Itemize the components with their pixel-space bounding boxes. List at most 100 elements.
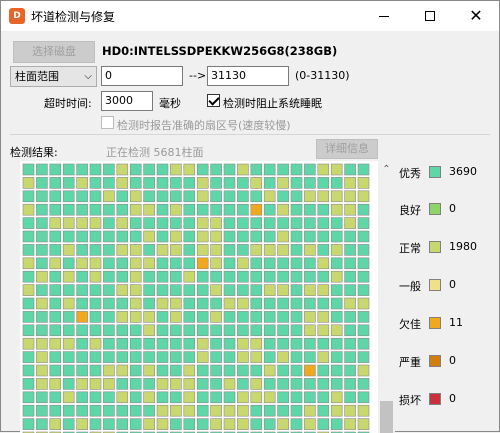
timeout-input[interactable]: 3000 [101,91,153,111]
cylinder-cell [304,404,316,417]
cylinder-cell [317,190,330,203]
prevent-sleep-label[interactable]: 检测时阻止系统睡眠 [223,95,322,111]
cylinder-cell [330,364,343,377]
cylinder-cell [330,324,343,337]
cylinder-cell [116,378,129,390]
cylinder-cell [156,378,169,390]
cylinder-cell [62,297,75,310]
cylinder-cell [76,378,88,390]
cylinder-cell [129,351,142,363]
cylinder-cell [210,230,222,243]
cylinder-cell [49,203,62,216]
legend-name: 严重 [399,356,421,369]
cylinder-cell [76,324,88,337]
cylinder-cell [290,270,303,283]
scroll-thumb[interactable] [380,401,393,433]
cylinder-cell [277,364,289,377]
cylinder-cell [330,297,343,310]
cylinder-cell [76,270,88,283]
cylinder-cell [277,324,289,337]
cylinder-cell [210,311,222,323]
start-cylinder-input[interactable]: 0 [101,66,183,86]
cylinder-cell [196,378,209,390]
cylinder-cell [196,190,209,203]
cylinder-cell [170,364,182,377]
cylinder-cell [277,418,289,430]
cylinder-cell [263,190,276,203]
cylinder-cell [344,203,356,216]
cylinder-cell [330,190,343,203]
cylinder-cell [36,351,48,363]
cylinder-cell [116,311,129,323]
cylinder-cell [103,418,115,430]
cylinder-cell [36,177,48,189]
cylinder-cell [62,337,75,350]
cylinder-cell [223,284,236,296]
cylinder-cell [290,391,303,404]
cylinder-cell [170,391,182,404]
cylinder-cell [250,297,263,310]
cylinder-cell [317,203,330,216]
report-sector-label[interactable]: 检测时报告准确的扇区号(速度较慢) [117,117,291,133]
cylinder-cell [290,190,303,203]
select-disk-button[interactable]: 选择磁盘 [13,41,95,63]
report-sector-checkbox[interactable] [101,116,114,129]
cylinder-cell [129,177,142,189]
cylinder-cell [76,284,88,296]
cylinder-cell [143,177,155,189]
cylinder-cell [170,190,182,203]
cylinder-cell [344,163,356,176]
cylinder-cell [129,244,142,256]
grid-scrollbar[interactable]: ⌃ [378,161,395,433]
cylinder-cell [277,404,289,417]
cylinder-cell [223,203,236,216]
cylinder-cell [344,404,356,417]
cylinder-cell [170,378,182,390]
cylinder-cell [223,217,236,229]
legend-swatch [429,279,441,291]
cylinder-cell [237,244,249,256]
cylinder-cell [36,337,48,350]
detail-button[interactable]: 详细信息 [316,139,378,159]
cylinder-cell [143,230,155,243]
cylinder-cell [290,351,303,363]
cylinder-cell [89,311,102,323]
maximize-button[interactable] [407,1,453,31]
cylinder-grid[interactable] [20,161,378,433]
cylinder-cell [210,257,222,270]
cylinder-cell [76,217,88,229]
cylinder-cell [36,257,48,270]
cylinder-cell [156,177,169,189]
legend-name: 优秀 [399,167,421,180]
prevent-sleep-checkbox[interactable] [207,94,220,107]
cylinder-cell [237,190,249,203]
close-button[interactable]: ✕ [453,1,499,31]
end-cylinder-input[interactable]: 31130 [207,66,289,86]
cylinder-cell [210,324,222,337]
cylinder-cell [277,257,289,270]
chevron-up-icon[interactable]: ⌃ [378,161,395,178]
cylinder-cell [196,364,209,377]
minimize-button[interactable] [361,1,407,31]
cylinder-cell [143,404,155,417]
cylinder-cell [344,270,356,283]
cylinder-cell [156,244,169,256]
cylinder-cell [103,257,115,270]
cylinder-cell [263,284,276,296]
legend-name: 正常 [399,242,421,255]
legend-count: 3690 [449,165,477,178]
cylinder-cell [250,284,263,296]
cylinder-cell [129,190,142,203]
cylinder-cell [76,257,88,270]
cylinder-cell [317,404,330,417]
cylinder-cell [237,203,249,216]
cylinder-cell [344,230,356,243]
cylinder-cell [170,244,182,256]
range-mode-select[interactable]: 柱面范围 ⌵ [10,66,97,87]
cylinder-cell [263,351,276,363]
cylinder-cell [49,190,62,203]
cylinder-cell [263,324,276,337]
cylinder-cell [36,391,48,404]
cylinder-cell [196,337,209,350]
minimize-icon [379,15,389,17]
